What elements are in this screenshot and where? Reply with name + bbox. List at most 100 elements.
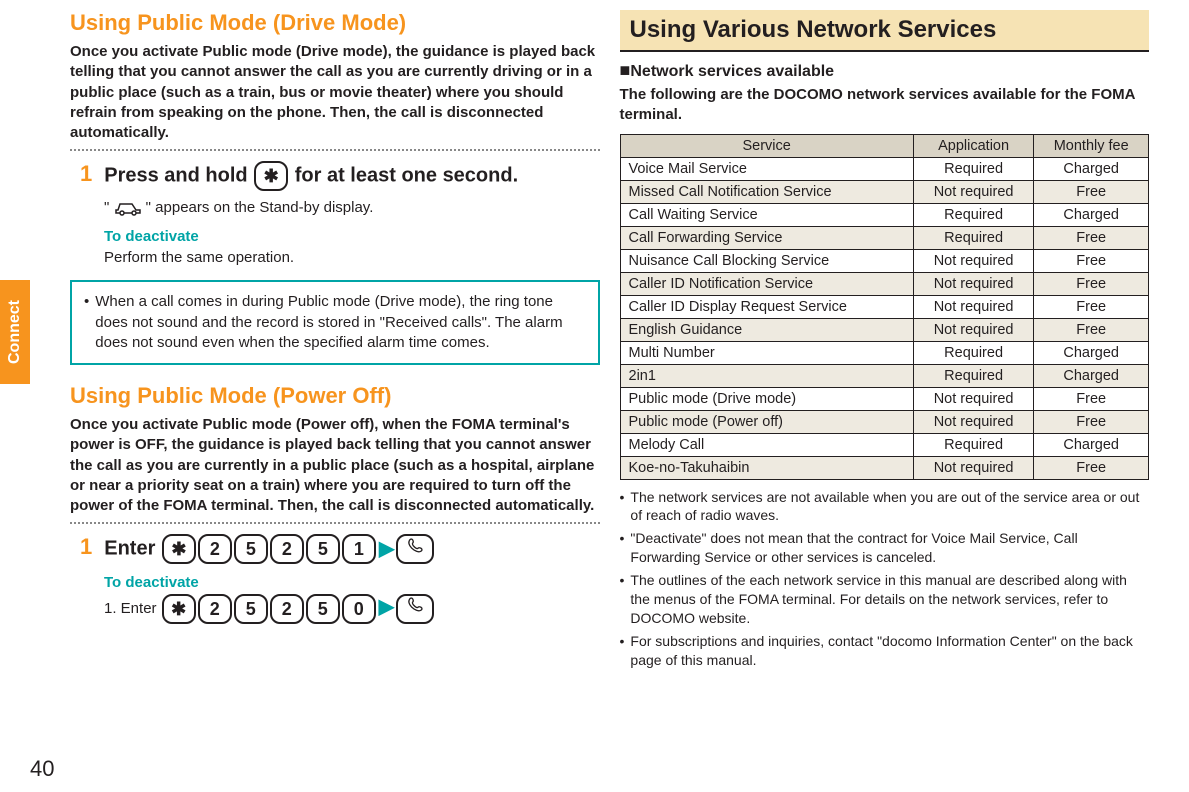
cell-fee: Free — [1034, 249, 1149, 272]
table-row: Caller ID Notification ServiceNot requir… — [620, 272, 1149, 295]
cell-service: Call Waiting Service — [620, 203, 913, 226]
arrow-icon: ▶ — [379, 538, 394, 560]
footnote-text: For subscriptions and inquiries, contact… — [630, 632, 1149, 670]
enter-label: Enter — [104, 538, 155, 560]
key-asterisk-icon: ✱ — [162, 534, 196, 564]
page-number: 40 — [30, 756, 54, 782]
quote-close: " appears on the Stand-by display. — [146, 199, 374, 216]
note-box-drive: •When a call comes in during Public mode… — [70, 280, 600, 365]
footnote-text: The outlines of the each network service… — [630, 571, 1149, 628]
footnote-item: •The network services are not available … — [620, 488, 1150, 526]
cell-fee: Free — [1034, 456, 1149, 479]
table-row: Nuisance Call Blocking ServiceNot requir… — [620, 249, 1149, 272]
cell-fee: Free — [1034, 410, 1149, 433]
th-service: Service — [620, 134, 913, 157]
arrow-icon: ▶ — [379, 596, 394, 618]
footnote-text: "Deactivate" does not mean that the cont… — [630, 529, 1149, 567]
network-desc: The following are the DOCOMO network ser… — [620, 85, 1150, 126]
cell-fee: Free — [1034, 226, 1149, 249]
cell-application: Required — [913, 364, 1034, 387]
footnotes: •The network services are not available … — [620, 488, 1150, 670]
cell-service: Public mode (Drive mode) — [620, 387, 913, 410]
table-row: Call Waiting ServiceRequiredCharged — [620, 203, 1149, 226]
sub-heading-text: Network services available — [630, 63, 834, 80]
key-5-icon: 5 — [306, 534, 340, 564]
cell-application: Not required — [913, 456, 1034, 479]
footnote-item: •For subscriptions and inquiries, contac… — [620, 632, 1150, 670]
step-text-b: for at least one second. — [295, 165, 518, 187]
quote-open: " — [104, 199, 109, 216]
table-row: Call Forwarding ServiceRequiredFree — [620, 226, 1149, 249]
table-header-row: Service Application Monthly fee — [620, 134, 1149, 157]
cell-service: Multi Number — [620, 341, 913, 364]
step-1-poweroff: 1 Enter ✱25251▶ — [80, 534, 600, 564]
cell-application: Required — [913, 157, 1034, 180]
cell-application: Not required — [913, 272, 1034, 295]
cell-fee: Free — [1034, 295, 1149, 318]
cell-service: Caller ID Notification Service — [620, 272, 913, 295]
key-2-icon: 2 — [198, 594, 232, 624]
cell-service: Nuisance Call Blocking Service — [620, 249, 913, 272]
deactivate-text: Perform the same operation. — [104, 247, 600, 268]
key-1-icon: 1 — [342, 534, 376, 564]
deactivate-title-2: To deactivate — [104, 572, 600, 593]
step-1-drive: 1 Press and hold ✱ for at least one seco… — [80, 161, 600, 191]
section-title-power-off: Using Public Mode (Power Off) — [70, 383, 600, 409]
deactivate-step: 1. Enter ✱25250▶ — [104, 593, 600, 624]
cell-service: Melody Call — [620, 433, 913, 456]
intro-power-off: Once you activate Public mode (Power off… — [70, 415, 600, 516]
step-number: 1 — [80, 534, 92, 560]
cell-service: Caller ID Display Request Service — [620, 295, 913, 318]
table-row: Melody CallRequiredCharged — [620, 433, 1149, 456]
section-title-drive-mode: Using Public Mode (Drive Mode) — [70, 10, 600, 36]
cell-fee: Free — [1034, 272, 1149, 295]
key-5-icon: 5 — [306, 594, 340, 624]
table-row: Caller ID Display Request ServiceNot req… — [620, 295, 1149, 318]
intro-drive-mode: Once you activate Public mode (Drive mod… — [70, 42, 600, 143]
sub-heading: ■Network services available — [620, 60, 1150, 81]
footnote-text: The network services are not available w… — [630, 488, 1149, 526]
table-row: Missed Call Notification ServiceNot requ… — [620, 180, 1149, 203]
deactivate-title: To deactivate — [104, 226, 600, 247]
call-key-icon — [396, 594, 434, 624]
key-asterisk-icon: ✱ — [162, 594, 196, 624]
bullet-dot: • — [84, 292, 89, 353]
divider — [70, 522, 600, 524]
cell-fee: Charged — [1034, 433, 1149, 456]
cell-application: Not required — [913, 180, 1034, 203]
divider — [70, 149, 600, 151]
key-0-icon: 0 — [342, 594, 376, 624]
square-icon: ■ — [620, 60, 631, 80]
table-row: English GuidanceNot requiredFree — [620, 318, 1149, 341]
cell-fee: Free — [1034, 318, 1149, 341]
cell-fee: Free — [1034, 387, 1149, 410]
table-row: Public mode (Power off)Not requiredFree — [620, 410, 1149, 433]
step-text: Press and hold ✱ for at least one second… — [104, 161, 518, 191]
cell-application: Not required — [913, 295, 1034, 318]
key-5-icon: 5 — [234, 594, 268, 624]
bullet-dot: • — [620, 571, 625, 628]
cell-service: Public mode (Power off) — [620, 410, 913, 433]
cell-application: Not required — [913, 410, 1034, 433]
table-row: Public mode (Drive mode)Not requiredFree — [620, 387, 1149, 410]
cell-fee: Charged — [1034, 157, 1149, 180]
step-text-a: Press and hold — [104, 165, 253, 187]
note-text: When a call comes in during Public mode … — [95, 292, 585, 353]
cell-fee: Free — [1034, 180, 1149, 203]
cell-application: Not required — [913, 249, 1034, 272]
cell-application: Not required — [913, 387, 1034, 410]
footnote-item: •"Deactivate" does not mean that the con… — [620, 529, 1150, 567]
asterisk-key-icon: ✱ — [254, 161, 288, 191]
bullet-dot: • — [620, 529, 625, 567]
cell-fee: Charged — [1034, 203, 1149, 226]
table-row: Koe-no-TakuhaibinNot requiredFree — [620, 456, 1149, 479]
cell-service: Missed Call Notification Service — [620, 180, 913, 203]
cell-application: Required — [913, 341, 1034, 364]
banner-network-services: Using Various Network Services — [620, 10, 1150, 52]
key-2-icon: 2 — [270, 594, 304, 624]
car-icon — [114, 200, 142, 216]
bullet-dot: • — [620, 488, 625, 526]
footnote-item: •The outlines of the each network servic… — [620, 571, 1150, 628]
cell-application: Required — [913, 203, 1034, 226]
table-row: Voice Mail ServiceRequiredCharged — [620, 157, 1149, 180]
